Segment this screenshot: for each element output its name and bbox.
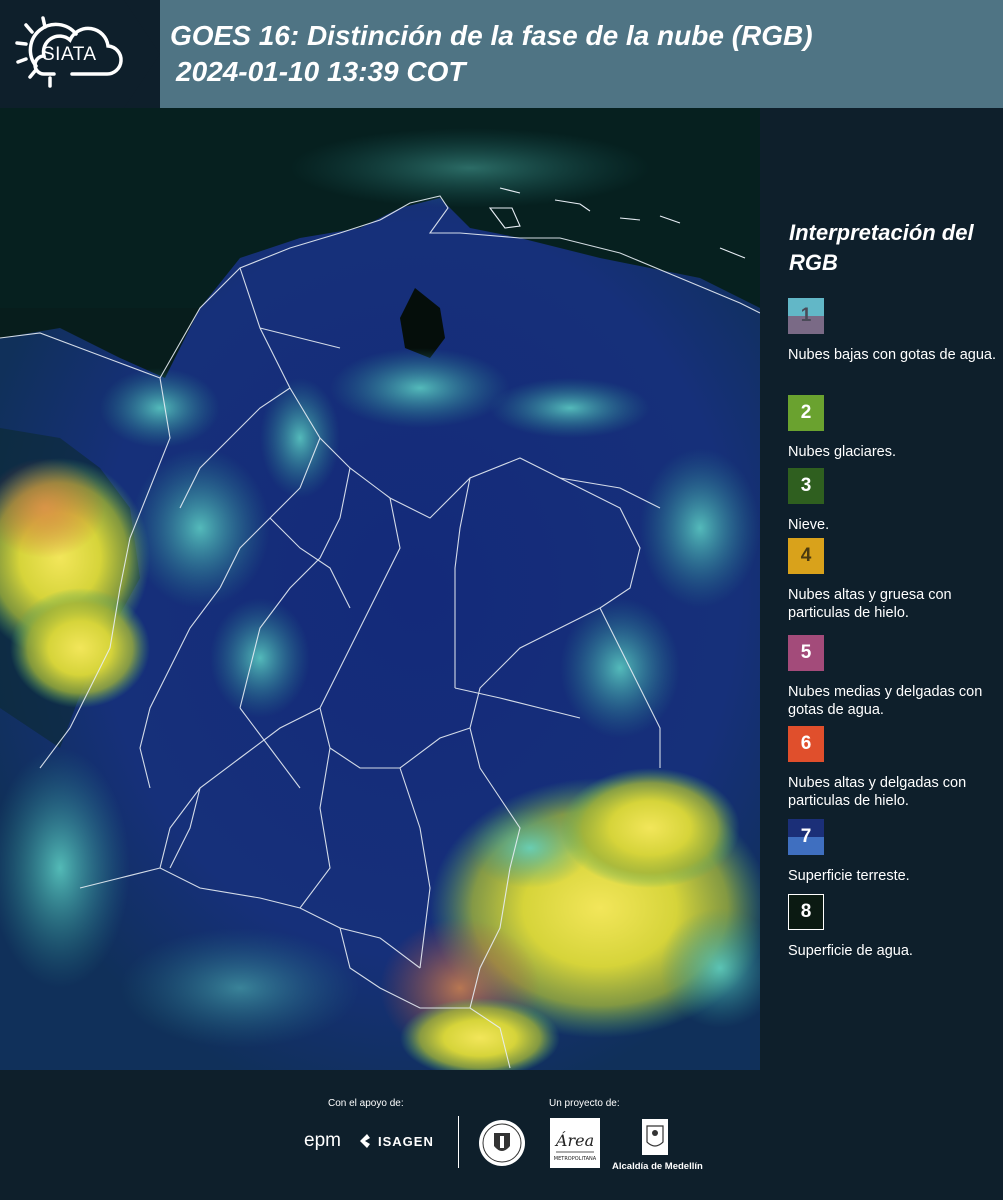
alcaldia-shield-icon xyxy=(642,1119,668,1155)
legend-label-1: Nubes bajas con gotas de agua. xyxy=(788,347,996,363)
legend-label-7: Superficie terreste. xyxy=(788,868,910,884)
page-title: GOES 16: Distinción de la fase de la nub… xyxy=(170,18,813,90)
svg-text:Área: Área xyxy=(554,1130,594,1150)
support-label: Con el apoyo de: xyxy=(328,1098,404,1109)
legend-item-1: 1 Nubes bajas con gotas de agua. xyxy=(788,298,1000,364)
legend-item-4: 4 Nubes altas y gruesa con particulas de… xyxy=(788,538,1000,622)
legend-label-6: Nubes altas y delgadas con particulas de… xyxy=(788,775,967,809)
legend-swatch-3: 3 xyxy=(788,468,824,504)
legend-item-2: 2 Nubes glaciares. xyxy=(788,395,1000,461)
legend-label-2: Nubes glaciares. xyxy=(788,444,896,460)
alcaldia-logo-text: Alcaldía de Medellín xyxy=(612,1161,703,1172)
footer-divider xyxy=(458,1116,459,1168)
legend-swatch-4: 4 xyxy=(788,538,824,574)
satellite-image xyxy=(0,108,760,1070)
isagen-mark-icon xyxy=(360,1134,370,1148)
logo-text: SIATA xyxy=(42,44,97,65)
legend-swatch-5: 5 xyxy=(788,635,824,671)
area-metropolitana-logo-icon: Área METROPOLITANA xyxy=(550,1118,600,1168)
legend-label-4: Nubes altas y gruesa con particulas de h… xyxy=(788,587,952,621)
footer: Con el apoyo de: Un proyecto de: epm ISA… xyxy=(0,1070,1003,1200)
legend-swatch-1: 1 xyxy=(788,298,824,334)
epm-logo: epm xyxy=(304,1130,341,1151)
satellite-map[interactable] xyxy=(0,108,760,1070)
legend-item-3: 3 Nieve. xyxy=(788,468,1000,534)
legend-swatch-8: 8 xyxy=(788,894,824,930)
legend-swatch-2: 2 xyxy=(788,395,824,431)
legend-item-8: 8 Superficie de agua. xyxy=(788,894,1000,960)
legend-label-5: Nubes medias y delgadas con gotas de agu… xyxy=(788,684,983,718)
legend-title: Interpretación del RGB xyxy=(789,220,974,275)
header-arrow-shape xyxy=(124,0,160,108)
isagen-logo: ISAGEN xyxy=(378,1134,434,1149)
legend-panel: Interpretación del RGB 1 Nubes bajas con… xyxy=(760,108,1003,1070)
legend-label-8: Superficie de agua. xyxy=(788,943,913,959)
title-line-2: 2024-01-10 13:39 COT xyxy=(176,56,466,87)
legend-item-5: 5 Nubes medias y delgadas con gotas de a… xyxy=(788,635,1000,719)
medellin-seal-icon xyxy=(479,1120,525,1166)
legend-item-7: 7 Superficie terreste. xyxy=(788,819,1000,885)
header: SIATA GOES 16: Distinción de la fase de … xyxy=(0,0,1003,108)
legend-swatch-7: 7 xyxy=(788,819,824,855)
legend-label-3: Nieve. xyxy=(788,517,830,533)
svg-text:METROPOLITANA: METROPOLITANA xyxy=(554,1156,597,1162)
project-label: Un proyecto de: xyxy=(549,1098,620,1109)
title-line-1: GOES 16: Distinción de la fase de la nub… xyxy=(170,20,813,51)
legend-item-6: 6 Nubes altas y delgadas con particulas … xyxy=(788,726,1000,810)
legend-swatch-6: 6 xyxy=(788,726,824,762)
